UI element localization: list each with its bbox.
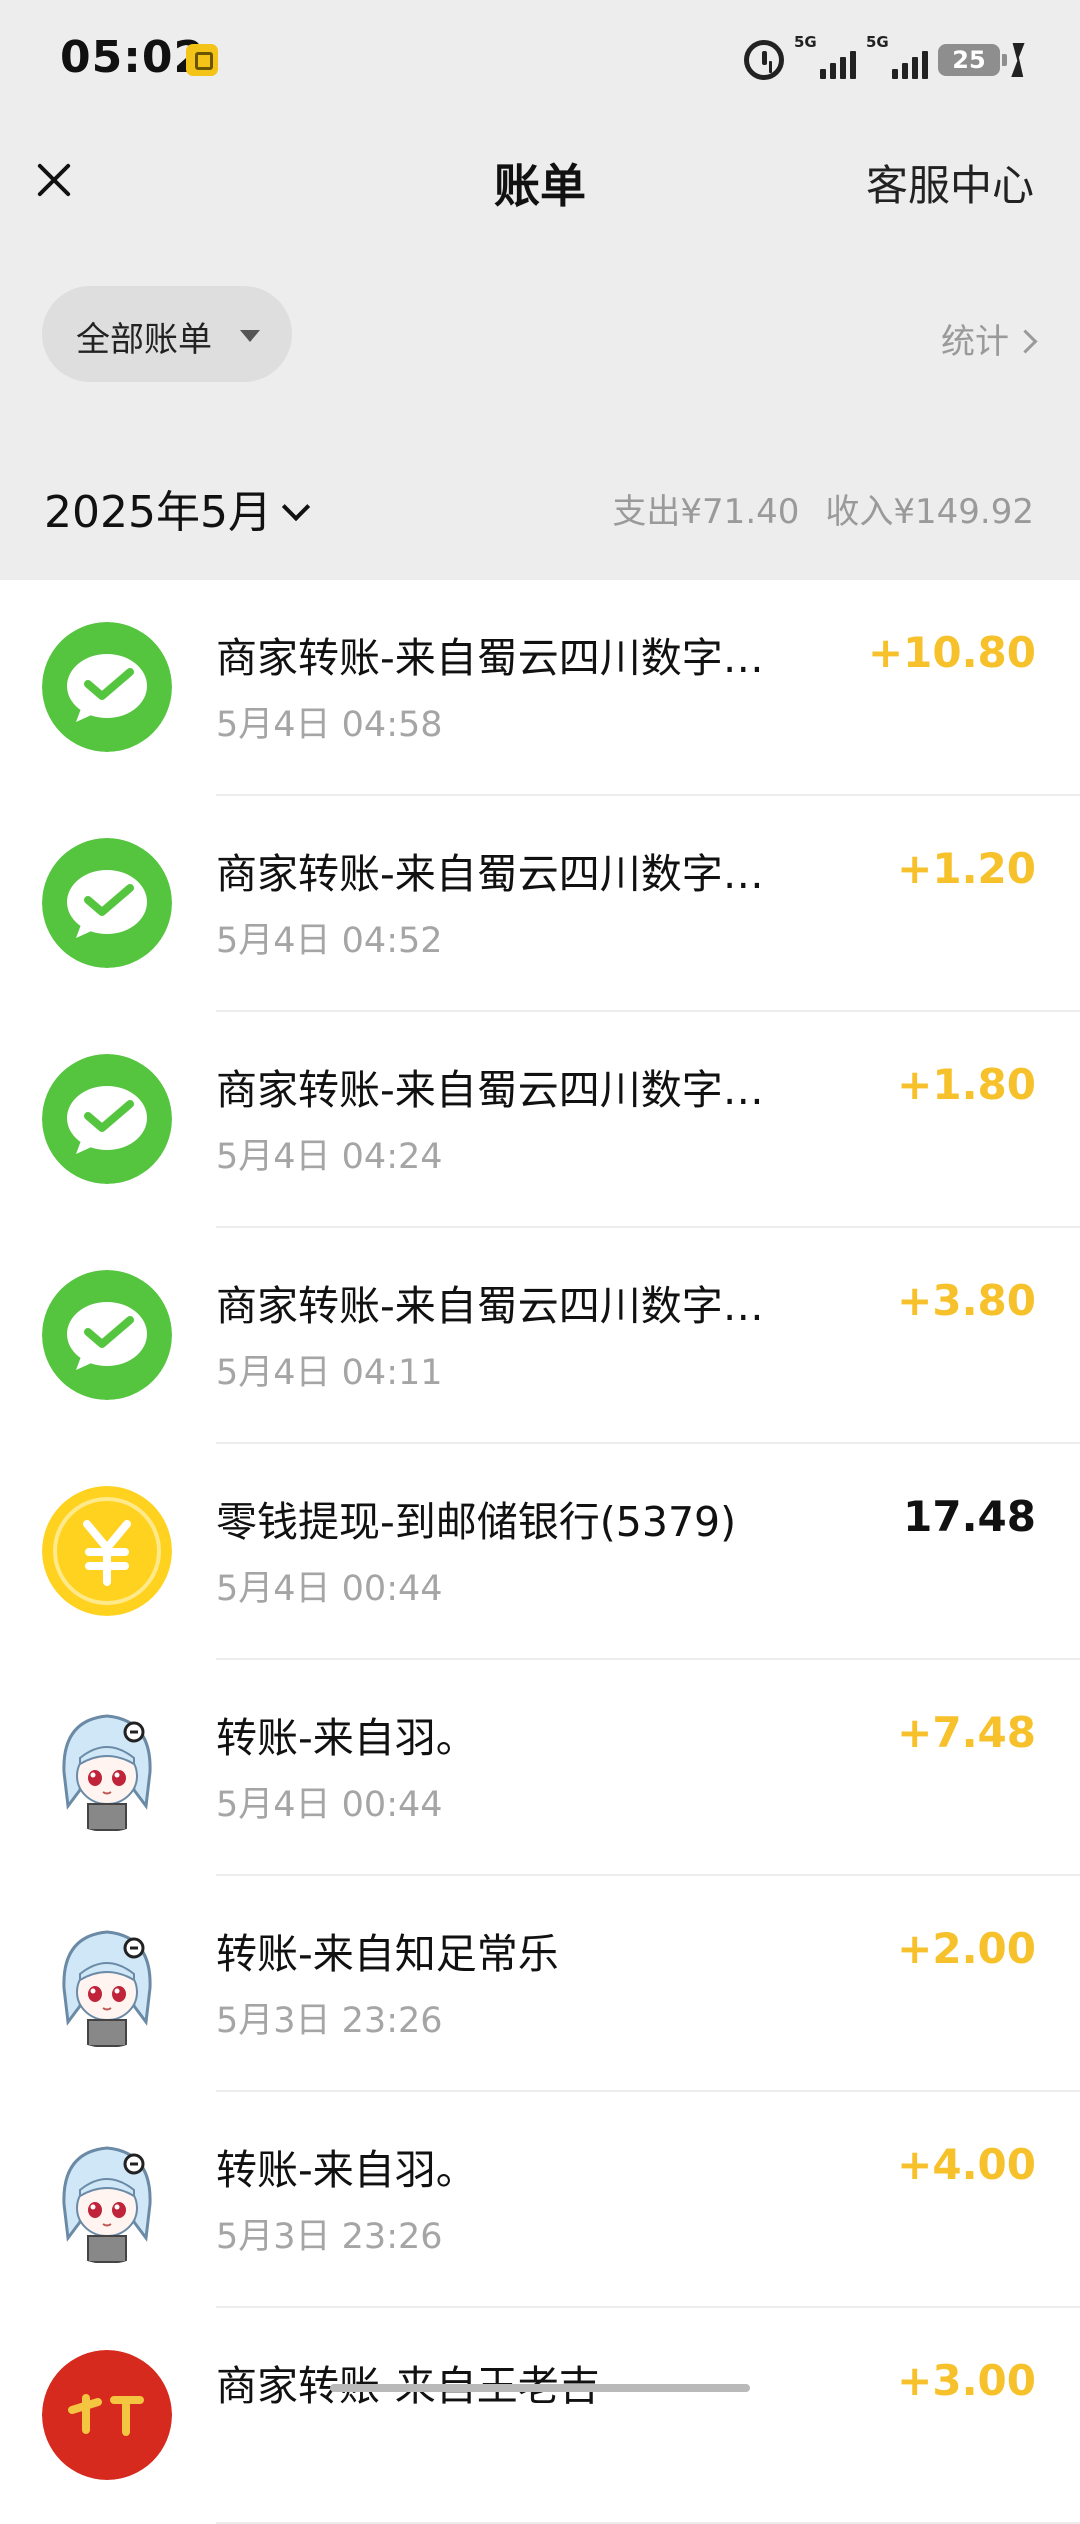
wechat-pay-icon <box>42 1270 172 1400</box>
battery-icon: 25 <box>938 44 1007 76</box>
wechat-pay-icon <box>42 622 172 752</box>
month-bar: 2025年5月 支出¥71.40 收入¥149.92 <box>0 428 1080 580</box>
transaction-amount: +3.00 <box>897 2356 1036 2405</box>
expense-total: 支出¥71.40 <box>612 492 800 532</box>
transaction-title: 商家转账-来自蜀云四川数字… <box>216 850 764 898</box>
merchant-logo-icon <box>42 2350 172 2480</box>
transaction-time: 5月3日 23:26 <box>216 2217 443 2257</box>
wechat-pay-icon <box>42 838 172 968</box>
transaction-time: 5月4日 00:44 <box>216 1569 443 1609</box>
transaction-row[interactable]: 转账-来自羽。 5月4日 00:44 +7.48 <box>0 1660 1080 1876</box>
wechat-pay-icon <box>42 1054 172 1184</box>
transaction-time: 5月4日 04:11 <box>216 1353 443 1393</box>
transaction-title: 转账-来自羽。 <box>216 2146 477 2194</box>
stats-link[interactable]: 统计 <box>941 314 1038 363</box>
transaction-row[interactable]: 商家转账-来自蜀云四川数字… 5月4日 04:58 +10.80 <box>0 580 1080 796</box>
transaction-amount: +1.80 <box>897 1060 1036 1109</box>
signal-icon: 5G <box>794 33 856 83</box>
month-label: 2025年5月 <box>44 487 272 538</box>
chevron-right-icon <box>1013 329 1038 354</box>
notification-icon <box>186 44 218 76</box>
transaction-row[interactable]: 商家转账-来自王老吉 +3.00 <box>0 2308 1080 2524</box>
bill-type-filter-label: 全部账单 <box>76 320 212 360</box>
triangle-down-icon <box>240 330 260 342</box>
network-type-label: 5G <box>794 33 817 51</box>
transaction-amount: 17.48 <box>903 1492 1036 1541</box>
month-summary: 支出¥71.40 收入¥149.92 <box>612 484 1034 533</box>
transaction-title: 零钱提现-到邮储银行(5379) <box>216 1498 737 1546</box>
transaction-amount: +3.80 <box>897 1276 1036 1325</box>
transaction-row[interactable]: 商家转账-来自蜀云四川数字… 5月4日 04:52 +1.20 <box>0 796 1080 1012</box>
transaction-row[interactable]: 转账-来自羽。 5月3日 23:26 +4.00 <box>0 2092 1080 2308</box>
anime-avatar <box>42 1918 172 2048</box>
transaction-row[interactable]: 转账-来自知足常乐 5月3日 23:26 +2.00 <box>0 1876 1080 2092</box>
transaction-time: 5月4日 04:58 <box>216 705 443 745</box>
transaction-row[interactable]: 零钱提现-到邮储银行(5379) 5月4日 00:44 17.48 <box>0 1444 1080 1660</box>
yuan-coin-icon <box>42 1486 172 1616</box>
transaction-title: 商家转账-来自蜀云四川数字… <box>216 634 764 682</box>
network-type-label: 5G <box>866 33 889 51</box>
signal-icon: 5G <box>866 33 928 83</box>
status-bar: 05:02 5G 5G 25 <box>0 0 1080 120</box>
transaction-title: 转账-来自羽。 <box>216 1714 477 1762</box>
transaction-amount: +10.80 <box>867 628 1036 677</box>
transaction-time: 5月4日 04:52 <box>216 921 443 961</box>
transaction-title: 商家转账-来自王老吉 <box>216 2362 600 2410</box>
chevron-down-icon <box>281 492 311 522</box>
transaction-row[interactable]: 商家转账-来自蜀云四川数字… 5月4日 04:24 +1.80 <box>0 1012 1080 1228</box>
transaction-amount: +7.48 <box>897 1708 1036 1757</box>
header: 账单 客服中心 <box>0 120 1080 244</box>
transaction-title: 转账-来自知足常乐 <box>216 1930 559 1978</box>
charging-icon <box>1010 43 1024 77</box>
transaction-amount: +4.00 <box>897 2140 1036 2189</box>
status-time: 05:02 <box>60 32 206 83</box>
transaction-row[interactable]: 商家转账-来自蜀云四川数字… 5月4日 04:11 +3.80 <box>0 1228 1080 1444</box>
customer-service-link[interactable]: 客服中心 <box>866 152 1034 213</box>
anime-avatar <box>42 2134 172 2264</box>
home-indicator[interactable] <box>330 2384 750 2392</box>
alarm-icon <box>744 40 784 80</box>
status-icons: 5G 5G 25 <box>744 33 1024 86</box>
anime-avatar <box>42 1702 172 1832</box>
transaction-list: 商家转账-来自蜀云四川数字… 5月4日 04:58 +10.80 商家转账-来自蜀云四… <box>0 580 1080 2524</box>
transaction-title: 商家转账-来自蜀云四川数字… <box>216 1282 764 1330</box>
income-total: 收入¥149.92 <box>825 492 1034 532</box>
transaction-amount: +1.20 <box>897 844 1036 893</box>
transaction-amount: +2.00 <box>897 1924 1036 1973</box>
bill-type-filter[interactable]: 全部账单 <box>42 286 292 382</box>
filter-bar: 全部账单 统计 <box>0 242 1080 430</box>
stats-label: 统计 <box>941 322 1009 362</box>
transaction-title: 商家转账-来自蜀云四川数字… <box>216 1066 764 1114</box>
transaction-time: 5月4日 04:24 <box>216 1137 443 1177</box>
transaction-time: 5月3日 23:26 <box>216 2001 443 2041</box>
transaction-time: 5月4日 00:44 <box>216 1785 443 1825</box>
month-selector[interactable]: 2025年5月 <box>44 476 311 540</box>
